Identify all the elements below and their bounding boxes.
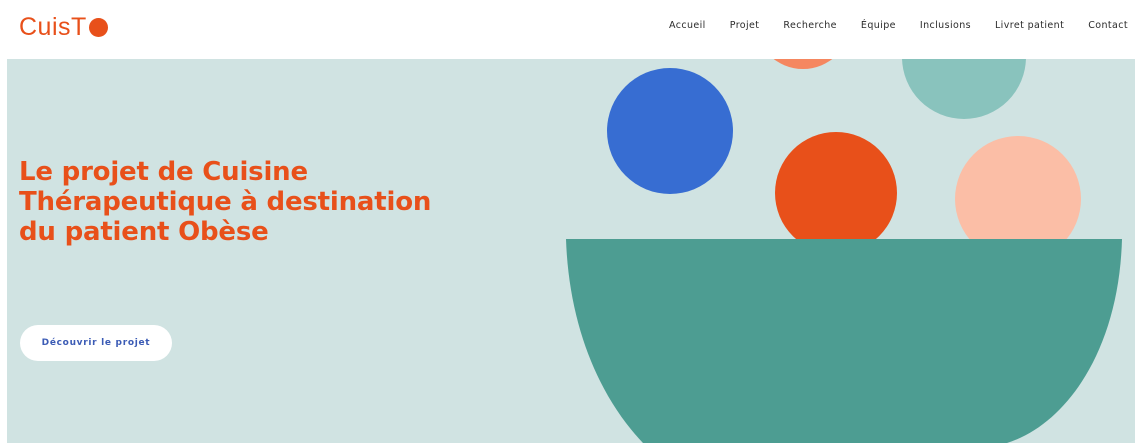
hero-illustration bbox=[566, 59, 1122, 443]
blue-ball bbox=[607, 68, 733, 194]
nav-link-contact[interactable]: Contact bbox=[1088, 19, 1128, 33]
nav-link-projet[interactable]: Projet bbox=[730, 19, 760, 33]
site-logo[interactable]: CuisT bbox=[19, 10, 108, 44]
nav-link-inclusions[interactable]: Inclusions bbox=[920, 19, 971, 33]
teal-ball bbox=[902, 59, 1026, 119]
hero-section: Le projet de Cuisine Thérapeutique à des… bbox=[7, 59, 1135, 443]
nav-link-recherche[interactable]: Recherche bbox=[783, 19, 837, 33]
main-nav: Accueil Projet Recherche Équipe Inclusio… bbox=[669, 19, 1135, 33]
bowl bbox=[566, 239, 1122, 443]
nav-link-accueil[interactable]: Accueil bbox=[669, 19, 706, 33]
navbar: CuisT Accueil Projet Recherche Équipe In… bbox=[0, 0, 1135, 59]
hero-title: Le projet de Cuisine Thérapeutique à des… bbox=[19, 157, 432, 247]
nav-link-equipe[interactable]: Équipe bbox=[861, 19, 896, 33]
logo-text: CuisT bbox=[19, 13, 87, 41]
logo-dot-icon bbox=[88, 17, 108, 37]
orange-ball bbox=[775, 132, 897, 254]
nav-link-livret-patient[interactable]: Livret patient bbox=[995, 19, 1064, 33]
discover-project-button[interactable]: Découvrir le projet bbox=[20, 325, 172, 361]
coral-ball bbox=[773, 59, 833, 69]
